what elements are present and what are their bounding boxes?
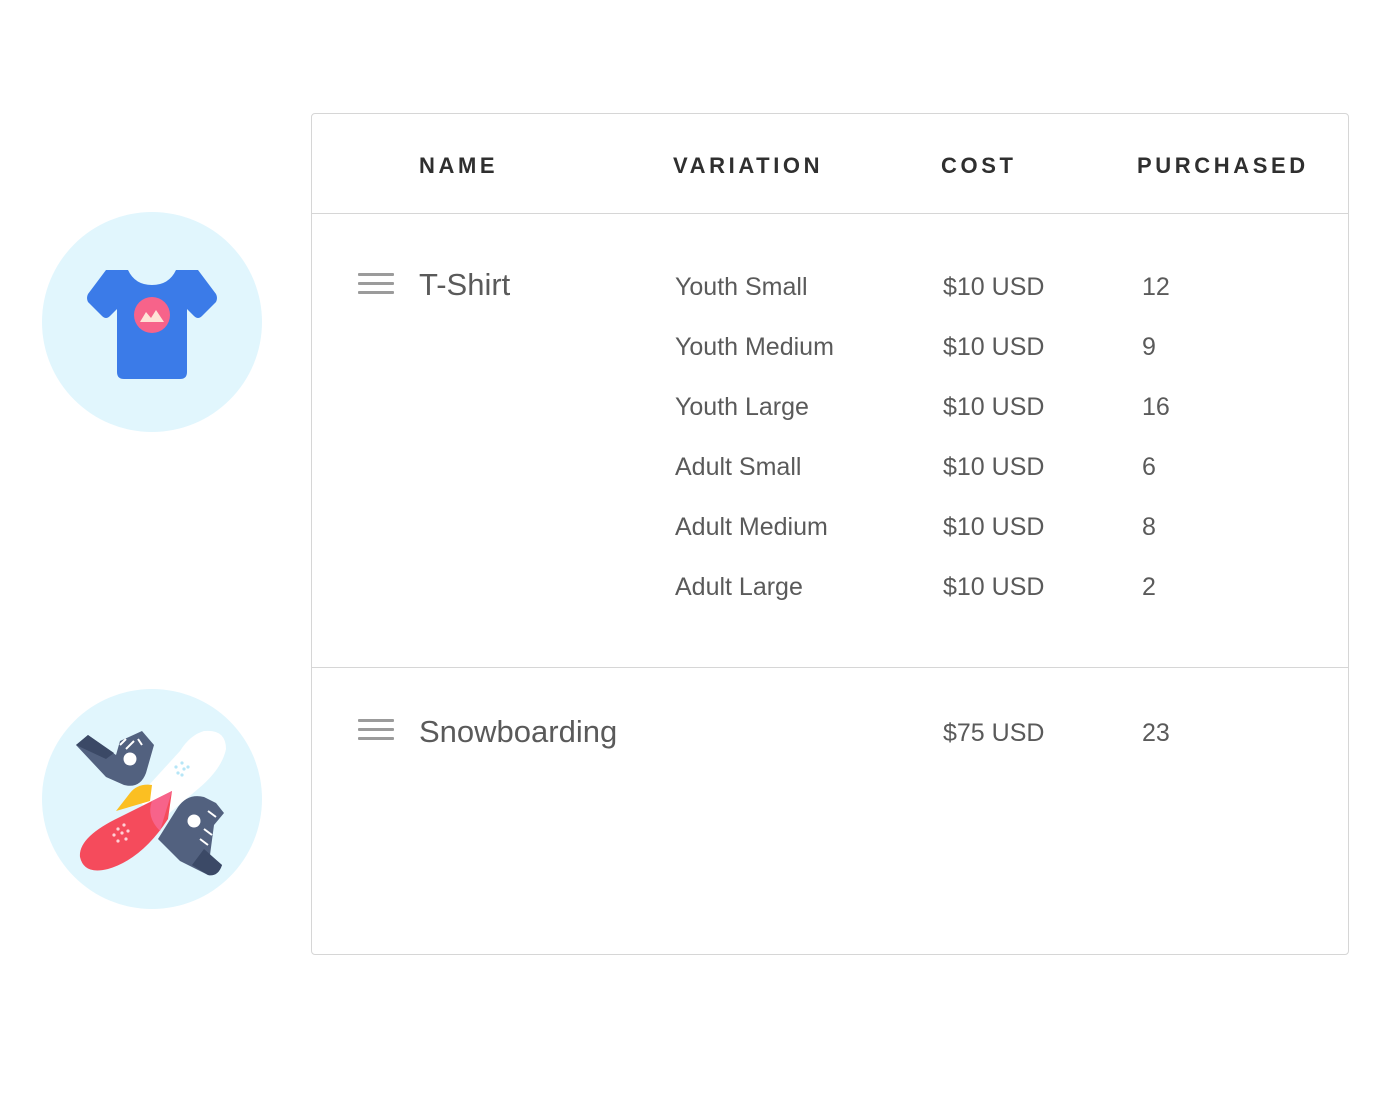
variation-label: Adult Large bbox=[675, 573, 803, 601]
variation-purchased: 12 bbox=[1142, 273, 1170, 301]
tshirt-icon bbox=[87, 270, 217, 379]
column-header-name[interactable]: NAME bbox=[419, 153, 498, 179]
table-row-snowboarding[interactable]: Snowboarding $75 USD 23 bbox=[312, 668, 1348, 953]
variation-cost: $10 USD bbox=[943, 273, 1045, 301]
variation-purchased: 9 bbox=[1142, 333, 1156, 361]
variation-row: Adult Small $10 USD 6 bbox=[312, 452, 1348, 512]
product-name: Snowboarding bbox=[419, 714, 618, 749]
tshirt-product-thumbnail bbox=[42, 212, 262, 432]
variation-purchased: 16 bbox=[1142, 393, 1170, 421]
variation-row: Youth Small $10 USD 12 bbox=[312, 272, 1348, 332]
column-header-variation[interactable]: VARIATION bbox=[673, 153, 823, 179]
variation-purchased: 2 bbox=[1142, 573, 1156, 601]
variation-purchased: 8 bbox=[1142, 513, 1156, 541]
variation-cost: $10 USD bbox=[943, 333, 1045, 361]
variation-cost: $10 USD bbox=[943, 453, 1045, 481]
variation-cost: $10 USD bbox=[943, 393, 1045, 421]
variation-cost: $10 USD bbox=[943, 513, 1045, 541]
purchases-table: NAME VARIATION COST PURCHASED T-Shirt Yo… bbox=[311, 113, 1349, 955]
column-header-purchased[interactable]: PURCHASED bbox=[1137, 153, 1309, 179]
product-purchased: 23 bbox=[1142, 719, 1170, 747]
variation-row: Adult Medium $10 USD 8 bbox=[312, 512, 1348, 572]
variation-label: Youth Small bbox=[675, 273, 808, 301]
variation-label: Adult Small bbox=[675, 453, 802, 481]
variation-row: Adult Large $10 USD 2 bbox=[312, 572, 1348, 632]
variation-purchased: 6 bbox=[1142, 453, 1156, 481]
product-cost: $75 USD bbox=[943, 719, 1045, 747]
drag-handle-icon[interactable] bbox=[358, 717, 394, 743]
variation-row: Youth Medium $10 USD 9 bbox=[312, 332, 1348, 392]
snowboard-icon bbox=[76, 730, 226, 876]
table-header: NAME VARIATION COST PURCHASED bbox=[312, 114, 1348, 214]
variation-label: Youth Medium bbox=[675, 333, 834, 361]
column-header-cost[interactable]: COST bbox=[941, 153, 1017, 179]
variation-label: Youth Large bbox=[675, 393, 809, 421]
variation-cost: $10 USD bbox=[943, 573, 1045, 601]
page: NAME VARIATION COST PURCHASED T-Shirt Yo… bbox=[0, 0, 1400, 1100]
snowboarding-product-thumbnail bbox=[42, 689, 262, 909]
variation-row: Youth Large $10 USD 16 bbox=[312, 392, 1348, 452]
variation-label: Adult Medium bbox=[675, 513, 828, 541]
